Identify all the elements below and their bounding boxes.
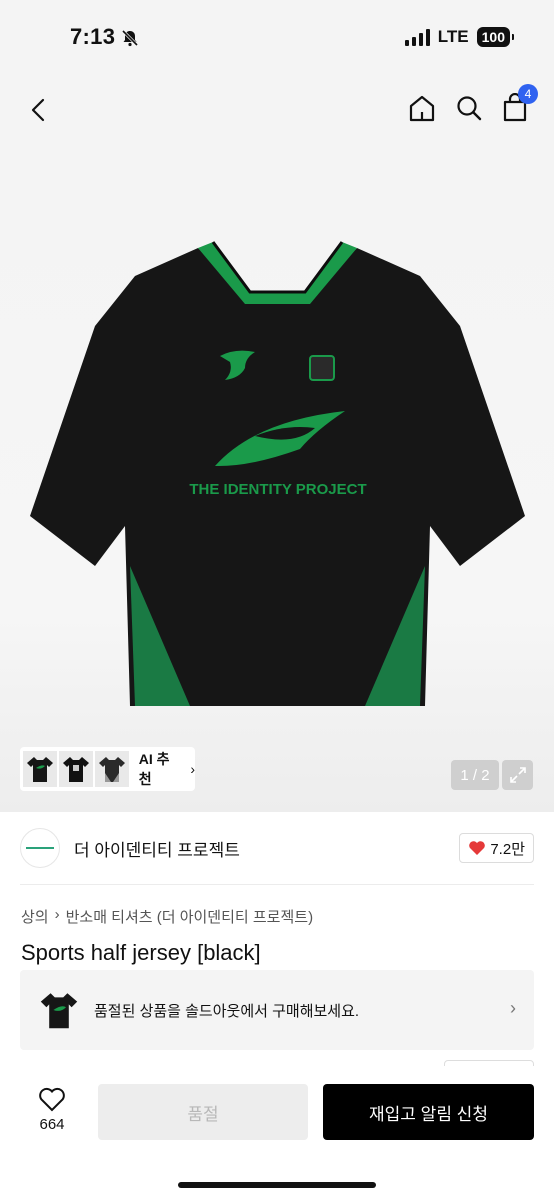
expand-button[interactable] bbox=[502, 760, 533, 790]
breadcrumb: 상의 › 반소매 티셔츠 (더 아이덴티티 프로젝트) bbox=[21, 906, 313, 927]
chevron-right-icon: › bbox=[54, 906, 60, 923]
soldout-banner-text: 품절된 상품을 솔드아웃에서 구매해보세요. bbox=[94, 1002, 360, 1020]
back-button[interactable] bbox=[22, 92, 54, 128]
brand-like-count: 7.2만 bbox=[490, 840, 525, 858]
network-type: LTE bbox=[437, 27, 469, 46]
image-page-indicator: 1 / 2 bbox=[451, 760, 499, 790]
battery-level: 100 bbox=[476, 27, 515, 47]
expand-icon bbox=[509, 767, 526, 783]
breadcrumb-subcategory[interactable]: 반소매 티셔츠 (더 아이덴티티 프로젝트) bbox=[66, 906, 313, 927]
recommendation-thumbnail[interactable] bbox=[58, 751, 93, 787]
heart-icon bbox=[469, 841, 486, 855]
back-icon bbox=[31, 98, 45, 122]
soldout-thumbnail bbox=[36, 987, 82, 1033]
top-navigation: 4 bbox=[0, 76, 554, 146]
brand-like-button[interactable]: 7.2만 bbox=[459, 833, 534, 863]
ai-recommendation-strip[interactable]: AI 추천 › bbox=[20, 747, 195, 791]
soldout-button[interactable]: 품절 bbox=[98, 1084, 308, 1140]
home-icon bbox=[409, 95, 435, 122]
brand-row[interactable]: 더 아이덴티티 프로젝트 7.2만 bbox=[20, 827, 534, 869]
search-icon bbox=[457, 96, 482, 121]
heart-icon bbox=[39, 1087, 65, 1112]
product-title: Sports half jersey [black] bbox=[21, 940, 261, 965]
cart-count-badge: 4 bbox=[518, 84, 538, 104]
bell-mute-icon bbox=[120, 28, 140, 48]
recommendation-thumbnail[interactable] bbox=[94, 751, 129, 787]
product-image-gallery[interactable]: THE IDENTITY PROJECT AI 추천 › 1 / 2 bbox=[0, 146, 554, 812]
breadcrumb-category[interactable]: 상의 bbox=[21, 906, 49, 927]
status-indicators: LTE 100 bbox=[404, 27, 515, 47]
signal-icon bbox=[404, 28, 430, 46]
restock-alert-button[interactable]: 재입고 알림 신청 bbox=[323, 1084, 534, 1140]
wishlist-count: 664 bbox=[39, 1116, 65, 1133]
wishlist-button[interactable]: 664 bbox=[22, 1086, 82, 1146]
bottom-action-bar: 664 품절 재입고 알림 신청 bbox=[0, 1066, 554, 1200]
soldout-banner[interactable]: 품절된 상품을 솔드아웃에서 구매해보세요. › bbox=[20, 970, 534, 1050]
chevron-right-icon: › bbox=[510, 998, 516, 1018]
recommendation-thumbnail[interactable] bbox=[23, 751, 57, 787]
search-button[interactable] bbox=[451, 90, 487, 126]
product-image: THE IDENTITY PROJECT bbox=[30, 241, 525, 706]
brand-logo[interactable] bbox=[20, 828, 60, 868]
svg-text:THE IDENTITY PROJECT: THE IDENTITY PROJECT bbox=[189, 481, 366, 498]
divider bbox=[20, 884, 534, 885]
home-button[interactable] bbox=[404, 90, 440, 126]
cart-button[interactable]: 4 bbox=[497, 84, 538, 126]
chevron-right-icon: › bbox=[190, 761, 195, 777]
status-bar: 7:13 LTE 100 bbox=[0, 0, 554, 76]
home-indicator bbox=[178, 1182, 376, 1188]
brand-name[interactable]: 더 아이덴티티 프로젝트 bbox=[74, 836, 240, 861]
ai-recommendation-label: AI 추천 bbox=[138, 751, 170, 787]
status-time: 7:13 bbox=[70, 24, 116, 49]
